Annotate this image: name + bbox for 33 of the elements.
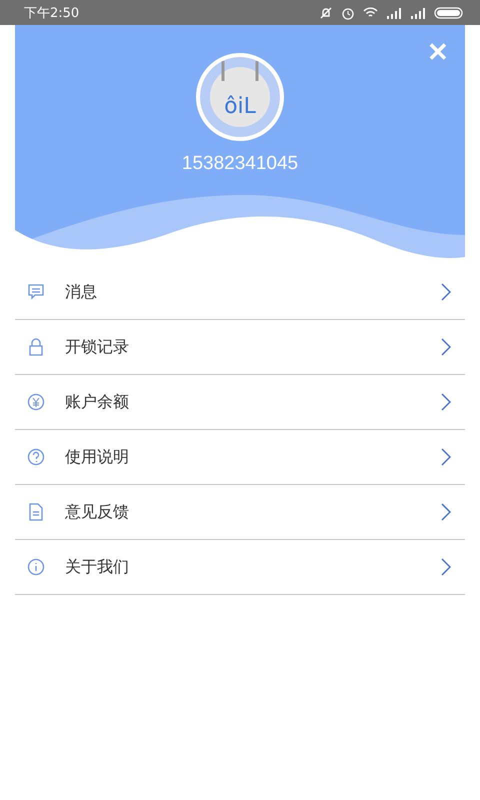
menu-label: 账户余额 — [65, 392, 130, 412]
chevron-right-icon — [441, 448, 451, 466]
phone-number: 15382341045 — [182, 153, 298, 175]
chevron-right-icon — [441, 338, 451, 356]
chevron-right-icon — [441, 283, 451, 301]
yuan-icon — [27, 393, 45, 411]
menu-item[interactable]: 消息 — [15, 265, 465, 320]
chevron-right-icon — [441, 503, 451, 521]
menu-label: 使用说明 — [65, 446, 130, 468]
menu-item[interactable]: 开锁记录 — [15, 320, 465, 375]
chevron-right-icon — [441, 393, 451, 411]
menu-item[interactable]: 关于我们 — [15, 540, 465, 595]
menu-item[interactable]: 意见反馈 — [15, 485, 465, 540]
menu-item[interactable]: 使用说明 — [15, 430, 465, 485]
menu-item[interactable]: 账户余额 — [15, 375, 465, 430]
document-icon — [27, 503, 45, 521]
logo-text: ôiL — [224, 94, 256, 119]
chevron-right-icon — [441, 558, 451, 576]
signal-icon — [410, 6, 426, 18]
info-icon — [27, 558, 45, 576]
lock-icon — [27, 338, 45, 356]
signal-icon — [386, 6, 402, 18]
menu-label: 意见反馈 — [65, 502, 130, 522]
status-time: 下午2:50 — [24, 4, 80, 22]
menu-label: 开锁记录 — [65, 336, 130, 358]
help-icon — [27, 448, 45, 466]
message-icon — [27, 283, 45, 301]
alarm-icon — [341, 6, 355, 20]
menu-label: 消息 — [65, 282, 98, 302]
notification-off-icon — [319, 6, 333, 20]
wifi-icon — [363, 6, 378, 18]
menu-label: 关于我们 — [65, 556, 130, 578]
battery-icon — [434, 6, 464, 18]
